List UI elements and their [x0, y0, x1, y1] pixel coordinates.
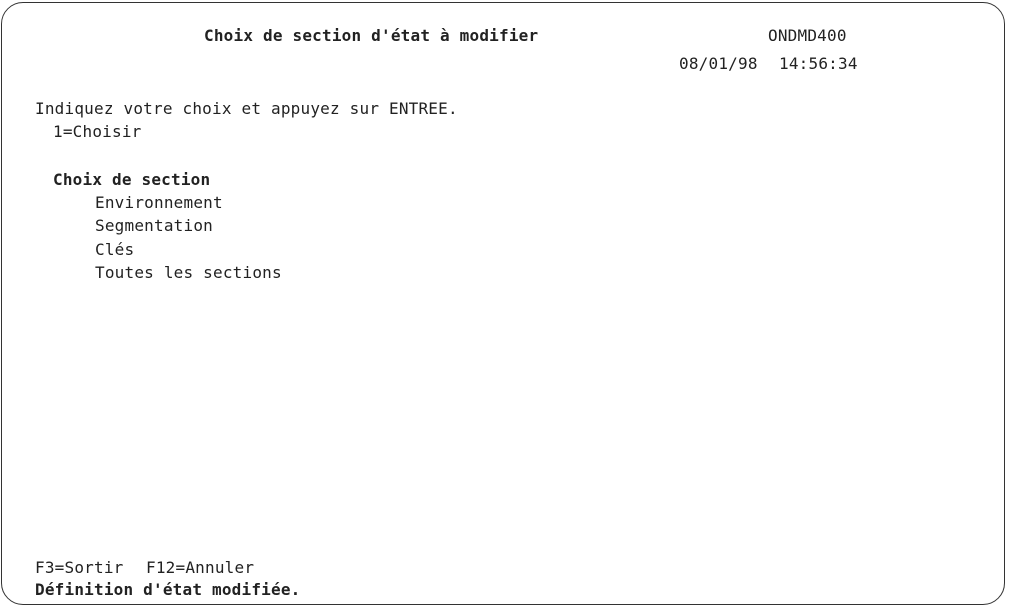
status-message: Définition d'état modifiée. [35, 580, 301, 599]
screen-title: Choix de section d'état à modifier [204, 26, 539, 45]
section-item-segmentation[interactable]: Segmentation [95, 216, 213, 236]
option-legend: 1=Choisir [53, 122, 142, 141]
instruction-text: Indiquez votre choix et appuyez sur ENTR… [35, 99, 458, 118]
section-item-cles[interactable]: Clés [95, 240, 134, 260]
f12-cancel-key[interactable]: F12=Annuler [146, 558, 254, 578]
screen-id: ONDMD400 [768, 26, 847, 45]
terminal-screen: Choix de section d'état à modifier ONDMD… [1, 2, 1005, 605]
section-item-toutes[interactable]: Toutes les sections [95, 263, 282, 283]
section-list-heading: Choix de section [53, 170, 211, 189]
screen-time: 14:56:34 [779, 54, 858, 73]
section-item-environnement[interactable]: Environnement [95, 193, 223, 213]
f3-exit-key[interactable]: F3=Sortir [35, 558, 124, 578]
screen-date: 08/01/98 [679, 54, 758, 73]
